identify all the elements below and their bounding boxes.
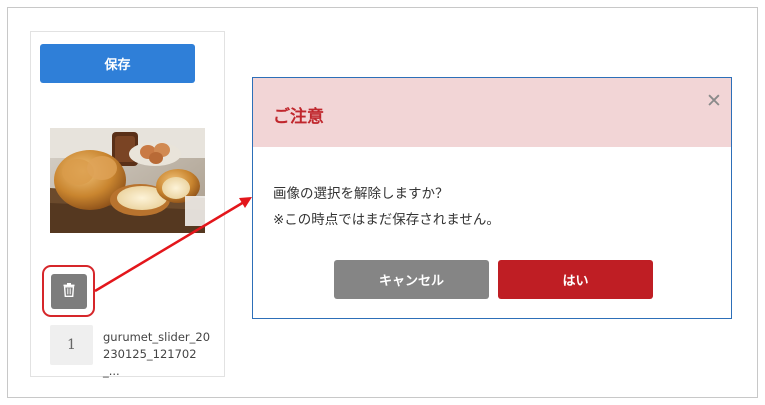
close-icon[interactable]: ✕ (705, 92, 723, 111)
confirm-dialog: ご注意 ✕ 画像の選択を解除しますか？ ※この時点ではまだ保存されません。 キャ… (252, 77, 732, 319)
trash-icon (63, 282, 75, 301)
dialog-header: ご注意 ✕ (253, 78, 731, 147)
slider-image-thumbnail (50, 128, 205, 233)
dialog-message-line2: ※この時点ではまだ保存されません。 (273, 212, 500, 228)
display-order-input[interactable]: 1 (50, 325, 93, 365)
save-button[interactable]: 保存 (40, 44, 195, 83)
image-filename: gurumet_slider_20230125_121702_... (103, 330, 211, 378)
confirm-yes-button[interactable]: はい (498, 260, 653, 299)
dialog-title: ご注意 (273, 107, 324, 127)
cancel-button[interactable]: キャンセル (334, 260, 489, 299)
dialog-message-line1: 画像の選択を解除しますか？ (273, 186, 449, 202)
delete-image-button[interactable] (51, 274, 87, 309)
